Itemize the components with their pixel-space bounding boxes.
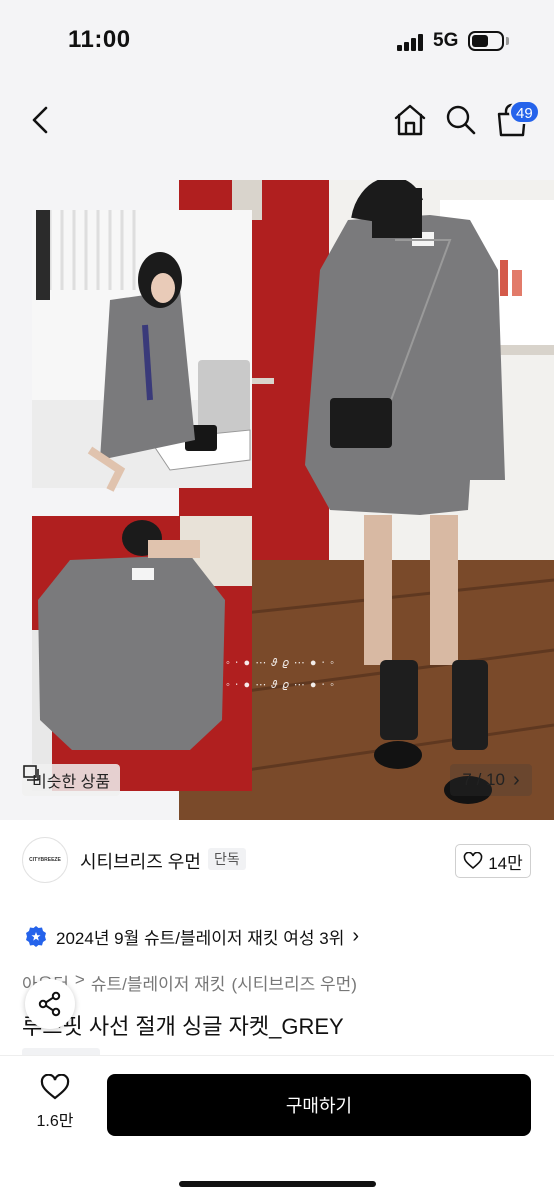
similar-products-button[interactable]: 비슷한 상품 <box>22 764 121 796</box>
brand-row: CITYBREEZE 시티브리즈 우먼 단독 14만 <box>0 820 554 900</box>
heart-icon <box>463 852 483 870</box>
buy-button[interactable]: 구매하기 <box>107 1074 531 1136</box>
similar-icon <box>23 765 39 781</box>
home-icon <box>394 104 426 136</box>
chevron-right-icon: › <box>512 768 520 791</box>
share-button[interactable] <box>25 979 75 1029</box>
status-time: 11:00 <box>68 26 131 53</box>
nav-bar <box>0 90 554 150</box>
breadcrumb-item-brand[interactable]: (시티브리즈 우먼) <box>231 970 357 995</box>
back-button[interactable] <box>26 102 56 138</box>
brand-like-count: 14만 <box>488 853 523 873</box>
product-like-count: 1.6만 <box>36 1113 74 1130</box>
breadcrumb-item-category[interactable]: 슈트/블레이저 재킷 <box>91 970 226 995</box>
home-indicator <box>179 1181 376 1187</box>
exclusive-badge: 단독 <box>208 848 246 870</box>
cart-count-badge: 49 <box>509 100 540 124</box>
bottom-action-bar: 1.6만 구매하기 <box>0 1055 554 1200</box>
top-area: 11:00 5G 49 <box>0 0 554 180</box>
search-icon <box>446 105 476 135</box>
status-bar: 11:00 5G <box>0 0 554 80</box>
search-button[interactable] <box>444 102 478 138</box>
breadcrumb-separator: > <box>74 970 85 989</box>
product-photo <box>0 180 554 820</box>
ranking-text: 2024년 9월 슈트/블레이저 재킷 여성 3위 <box>56 929 345 948</box>
deco-text: ◦ ⋅ ● ⋯ 𝜗 𝜚 ⋯ ● ⋅ ◦ <box>226 657 335 669</box>
brand-logo[interactable]: CITYBREEZE <box>22 837 68 883</box>
chevron-right-icon: › <box>352 925 360 947</box>
similar-products-label: 비슷한 상품 <box>32 774 111 791</box>
image-page-counter[interactable]: 7 / 10 › <box>450 764 532 796</box>
brand-like-button[interactable]: 14만 <box>455 844 531 878</box>
product-image-gallery[interactable]: ◦ ⋅ ● ⋯ 𝜗 𝜚 ⋯ ● ⋅ ◦ ◦ ⋅ ● ⋯ 𝜗 𝜚 ⋯ ● ⋅ ◦ … <box>0 180 554 820</box>
product-like-button[interactable]: 1.6만 <box>22 1074 88 1144</box>
ranking-link[interactable]: 2024년 9월 슈트/블레이저 재킷 여성 3위 › <box>24 924 359 949</box>
share-icon <box>38 991 61 1017</box>
chevron-left-icon <box>32 106 48 134</box>
brand-name[interactable]: 시티브리즈 우먼 <box>80 848 201 874</box>
breadcrumb: 아우터 > 슈트/블레이저 재킷 (시티브리즈 우먼) <box>22 970 357 995</box>
network-label: 5G <box>433 30 459 51</box>
heart-icon <box>40 1074 70 1100</box>
deco-text: ◦ ⋅ ● ⋯ 𝜗 𝜚 ⋯ ● ⋅ ◦ <box>226 679 335 691</box>
home-button[interactable] <box>393 102 427 138</box>
battery-icon <box>468 31 504 51</box>
signal-icon <box>397 33 425 51</box>
battery-tip <box>506 37 509 45</box>
page-counter-text: 7 / 10 <box>462 770 505 789</box>
ranking-medal-icon <box>26 925 46 947</box>
